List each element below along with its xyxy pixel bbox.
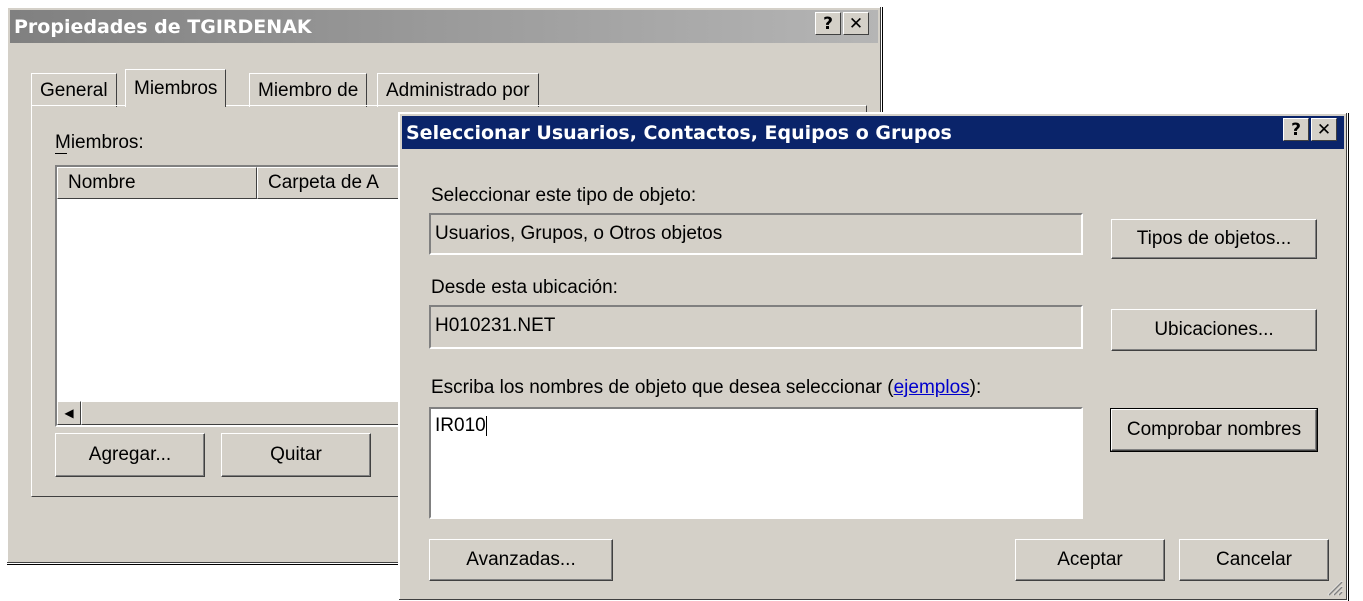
select-objects-dialog: Seleccionar Usuarios, Contactos, Equipos… [398,112,1348,601]
tab-miembros[interactable]: Miembros [125,69,227,107]
names-label-prefix: Escriba los nombres de objeto que desea … [431,377,894,398]
object-types-button[interactable]: Tipos de objetos... [1111,219,1317,259]
object-names-input[interactable]: IR010 [429,407,1083,519]
help-icon[interactable]: ? [815,12,841,35]
object-names-value: IR010 [435,415,486,436]
object-types-button-label: Tipos de objetos... [1136,228,1292,249]
column-carpeta[interactable]: Carpeta de A [257,167,417,199]
ok-button-label: Aceptar [1057,549,1123,570]
column-nombre[interactable]: Nombre [57,167,257,199]
members-list[interactable]: Nombre Carpeta de A ◀ [55,165,417,427]
locations-button[interactable]: Ubicaciones... [1111,309,1317,351]
examples-link[interactable]: ejemplos [894,377,970,398]
names-label-suffix: ): [969,377,982,398]
advanced-button[interactable]: Avanzadas... [429,539,613,581]
remove-button[interactable]: Quitar [221,433,371,477]
advanced-button-label: Avanzadas... [466,549,576,570]
tab-general[interactable]: General [31,73,117,107]
names-label: Escriba los nombres de objeto que desea … [431,377,981,399]
text-cursor [485,415,487,436]
members-hscrollbar[interactable]: ◀ [57,401,413,425]
ok-button[interactable]: Aceptar [1015,539,1165,581]
check-names-button[interactable]: Comprobar nombres [1110,408,1318,452]
select-close-icon[interactable]: ✕ [1311,118,1337,141]
properties-tabstrip: General Miembros Miembro de Administrado… [31,69,867,107]
select-title: Seleccionar Usuarios, Contactos, Equipos… [406,121,952,144]
resize-grip-icon[interactable] [1325,578,1343,596]
object-type-field: Usuarios, Grupos, o Otros objetos [429,213,1083,255]
tab-administrado-por[interactable]: Administrado por [377,73,539,107]
close-icon[interactable]: ✕ [843,12,869,35]
scroll-left-icon[interactable]: ◀ [57,401,81,425]
select-help-icon[interactable]: ? [1283,118,1309,141]
properties-titlebar[interactable]: Propiedades de TGIRDENAK [10,10,878,43]
object-type-label: Seleccionar este tipo de objeto: [431,185,697,206]
location-field: H010231.NET [429,305,1083,349]
cancel-button[interactable]: Cancelar [1179,539,1329,581]
add-button[interactable]: Agregar... [55,433,205,477]
check-names-button-label: Comprobar nombres [1126,419,1302,440]
cancel-button-label: Cancelar [1215,549,1293,570]
locations-button-label: Ubicaciones... [1154,319,1274,340]
tab-miembro-de[interactable]: Miembro de [249,73,368,107]
scroll-thumb[interactable] [81,401,401,425]
properties-title: Propiedades de TGIRDENAK [14,15,312,38]
members-label: Miembros: [55,132,144,154]
members-accel-underline [55,153,67,154]
members-label-text: Miembros: [55,132,144,153]
add-button-label: Agregar... [88,444,172,465]
members-header: Nombre Carpeta de A [57,167,417,199]
location-label: Desde esta ubicación: [431,277,618,298]
remove-button-label: Quitar [270,444,322,465]
select-titlebar[interactable]: Seleccionar Usuarios, Contactos, Equipos… [402,116,1344,149]
